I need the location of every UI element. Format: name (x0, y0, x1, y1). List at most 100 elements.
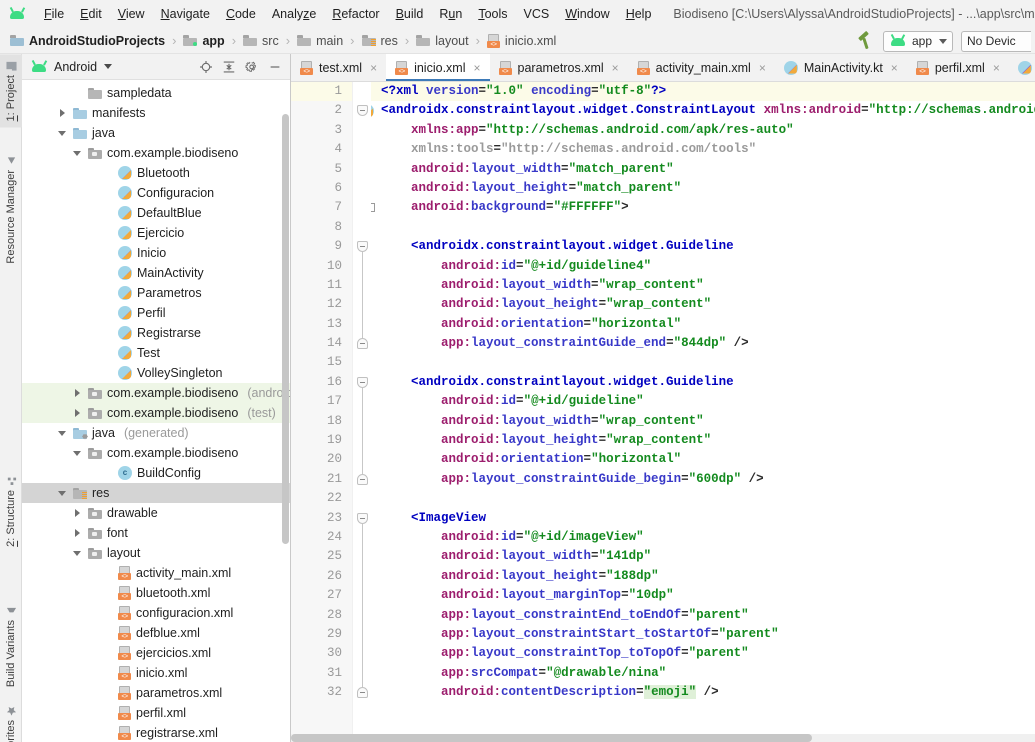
tree-node-parametros-xml[interactable]: <> parametros.xml (22, 683, 290, 703)
hammer-icon[interactable] (857, 30, 875, 50)
close-icon[interactable]: × (891, 61, 898, 75)
editor-horizontal-scrollbar[interactable] (291, 734, 1035, 742)
code-content[interactable]: <?xml version="1.0" encoding="utf-8"?> <a… (371, 82, 1035, 742)
tree-node-drawable[interactable]: drawable (22, 503, 290, 523)
tree-node-activity-main-xml[interactable]: <> activity_main.xml (22, 563, 290, 583)
close-icon[interactable]: × (612, 61, 619, 75)
close-icon[interactable]: × (473, 61, 480, 75)
fold-toggle-icon[interactable] (357, 474, 368, 485)
chevron-down-icon[interactable] (58, 488, 68, 498)
tree-node-defaultblue[interactable]: DefaultBlue (22, 203, 290, 223)
menu-item-view[interactable]: View (110, 4, 153, 24)
chevron-down-icon[interactable] (58, 428, 68, 438)
minimize-icon[interactable] (268, 60, 282, 74)
breadcrumb-item-src[interactable]: src (241, 34, 281, 48)
chevron-down-icon[interactable] (73, 448, 83, 458)
tree-node-test[interactable]: Test (22, 343, 290, 363)
chevron-right-icon[interactable] (58, 108, 68, 118)
menu-item-window[interactable]: Window (557, 4, 617, 24)
chevron-right-icon[interactable] (73, 388, 83, 398)
chevron-down-icon[interactable] (73, 548, 83, 558)
editor-tab-activity-main-xml[interactable]: <> activity_main.xml × (627, 54, 775, 81)
editor-tab-mainactivity-kt[interactable]: MainActivity.kt × (774, 54, 907, 81)
device-selector[interactable]: No Devic (961, 30, 1031, 52)
tree-node-configuracion-xml[interactable]: <> configuracion.xml (22, 603, 290, 623)
tree-node-configuracion[interactable]: Configuracion (22, 183, 290, 203)
chevron-down-icon[interactable] (104, 64, 113, 69)
editor-tab-perfil-xml[interactable]: <> perfil.xml × (906, 54, 1009, 81)
menu-item-refactor[interactable]: Refactor (324, 4, 387, 24)
fold-toggle-icon[interactable] (357, 377, 368, 388)
menu-item-run[interactable]: Run (431, 4, 470, 24)
locate-target-icon[interactable] (199, 60, 213, 74)
tree-node-ejercicios-xml[interactable]: <> ejercicios.xml (22, 643, 290, 663)
tree-node-com-example-biodiseno[interactable]: com.example.biodiseno (test) (22, 403, 290, 423)
menu-item-analyze[interactable]: Analyze (264, 4, 324, 24)
tree-node-java[interactable]: java (22, 123, 290, 143)
tree-node-volleysingleton[interactable]: VolleySingleton (22, 363, 290, 383)
menu-item-edit[interactable]: Edit (72, 4, 110, 24)
code-editor[interactable]: 12C 3 4 5 6 7 8 9 10 11 12 13 14 15 16 17 18 19 20 21 22 23 24… (291, 82, 1035, 742)
run-configuration-selector[interactable]: app (882, 30, 953, 52)
project-panel-scrollbar[interactable] (282, 114, 289, 544)
gear-icon[interactable] (245, 60, 259, 74)
close-icon[interactable]: × (759, 61, 766, 75)
rail-item-build-variants[interactable]: Build Variants (0, 599, 22, 693)
tree-node-layout[interactable]: layout (22, 543, 290, 563)
menu-item-file[interactable]: File (36, 4, 72, 24)
fold-toggle-icon[interactable] (357, 105, 368, 117)
editor-tab-inicio-xml[interactable]: <> inicio.xml × (386, 54, 490, 81)
tree-node-inicio-xml[interactable]: <> inicio.xml (22, 663, 290, 683)
breadcrumb-item-app[interactable]: app (181, 34, 226, 48)
chevron-right-icon[interactable] (73, 408, 83, 418)
chevron-right-icon[interactable] (73, 528, 83, 538)
menu-item-tools[interactable]: Tools (470, 4, 515, 24)
chevron-down-icon[interactable] (73, 148, 83, 158)
tree-node-com-example-biodiseno[interactable]: com.example.biodiseno(androidTest) (22, 383, 290, 403)
tree-node-font[interactable]: font (22, 523, 290, 543)
collapse-all-icon[interactable] (222, 60, 236, 74)
fold-toggle-icon[interactable] (357, 687, 368, 699)
tree-node-defblue-xml[interactable]: <> defblue.xml (22, 623, 290, 643)
tree-node-bluetooth-xml[interactable]: <> bluetooth.xml (22, 583, 290, 603)
tree-node-registrarse-xml[interactable]: <> registrarse.xml (22, 723, 290, 741)
editor-tab-parametros-xml[interactable]: <> parametros.xml × (489, 54, 628, 81)
tree-node-manifests[interactable]: manifests (22, 103, 290, 123)
editor-tab-test-xml[interactable]: <> test.xml × (291, 54, 387, 81)
tree-node-ejercicio[interactable]: Ejercicio (22, 223, 290, 243)
menu-item-code[interactable]: Code (218, 4, 264, 24)
tree-node-com-example-biodiseno[interactable]: com.example.biodiseno (22, 143, 290, 163)
breadcrumb-item-layout[interactable]: layout (414, 34, 470, 48)
chevron-right-icon[interactable] (73, 508, 83, 518)
tree-node-bluetooth[interactable]: Bluetooth (22, 163, 290, 183)
close-icon[interactable]: × (993, 61, 1000, 75)
tree-node-perfil[interactable]: Perfil (22, 303, 290, 323)
menu-item-build[interactable]: Build (388, 4, 432, 24)
tree-node-registrarse[interactable]: Registrarse (22, 323, 290, 343)
tree-node-parametros[interactable]: Parametros (22, 283, 290, 303)
tree-node-java[interactable]: java (generated) (22, 423, 290, 443)
fold-toggle-icon[interactable] (357, 338, 368, 350)
tree-node-inicio[interactable]: Inicio (22, 243, 290, 263)
tree-node-sampledata[interactable]: sampledata (22, 83, 290, 103)
rail-item-resource-manager[interactable]: Resource Manager (0, 149, 22, 270)
rail-item-1--project[interactable]: 1: Project (0, 54, 22, 128)
code-folding-column[interactable] (353, 82, 371, 742)
chevron-down-icon[interactable] (58, 128, 68, 138)
breadcrumb-item-res[interactable]: res (360, 34, 400, 48)
tree-node-mainactivity[interactable]: MainActivity (22, 263, 290, 283)
breadcrumb-item-androidstudioprojects[interactable]: AndroidStudioProjects (8, 34, 167, 48)
fold-toggle-icon[interactable] (357, 241, 368, 253)
tree-node-com-example-biodiseno[interactable]: com.example.biodiseno (22, 443, 290, 463)
tree-node-res[interactable]: res (22, 483, 290, 503)
editor-tab-perfil-kt[interactable]: Perfil.kt× (1008, 54, 1035, 81)
menu-item-vcs[interactable]: VCS (516, 4, 558, 24)
breadcrumb-item-inicio-xml[interactable]: <> inicio.xml (485, 33, 558, 48)
breadcrumb-item-main[interactable]: main (295, 34, 345, 48)
rail-item-2--structure[interactable]: 2: Structure (0, 469, 22, 553)
tree-node-perfil-xml[interactable]: <> perfil.xml (22, 703, 290, 723)
close-icon[interactable]: × (370, 61, 377, 75)
menu-item-navigate[interactable]: Navigate (153, 4, 218, 24)
menu-item-help[interactable]: Help (618, 4, 660, 24)
tree-node-buildconfig[interactable]: c BuildConfig (22, 463, 290, 483)
